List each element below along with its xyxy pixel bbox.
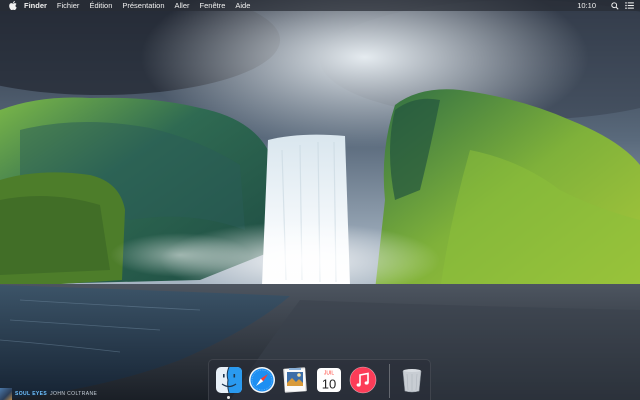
- now-playing-artist: JOHN COLTRANE: [50, 391, 98, 397]
- finder-icon: [216, 366, 242, 394]
- itunes-icon: [349, 366, 377, 394]
- running-indicator: [227, 396, 230, 399]
- dock-trash[interactable]: [398, 366, 426, 394]
- dock-preview[interactable]: [281, 366, 309, 394]
- menu-aide[interactable]: Aide: [235, 0, 250, 11]
- menu-bar: Finder Fichier Édition Présentation Alle…: [0, 0, 640, 11]
- desktop-wallpaper: [0, 0, 640, 400]
- now-playing-widget[interactable]: SOUL EYES JOHN COLTRANE: [0, 388, 97, 400]
- menu-aller[interactable]: Aller: [175, 0, 190, 11]
- notification-center-icon[interactable]: [625, 2, 634, 9]
- spotlight-search-icon[interactable]: [611, 1, 619, 10]
- menu-extras: 10:10: [577, 0, 634, 11]
- dock-safari[interactable]: [248, 366, 276, 394]
- menu-edition[interactable]: Édition: [89, 0, 112, 11]
- calendar-icon: JUIL 10: [317, 368, 341, 392]
- menu-fichier[interactable]: Fichier: [57, 0, 80, 11]
- calendar-day: 10: [322, 377, 336, 392]
- menu-clock[interactable]: 10:10: [577, 0, 596, 11]
- safari-icon: [249, 367, 275, 393]
- menu-app-name[interactable]: Finder: [24, 0, 47, 11]
- apple-menu-icon[interactable]: [8, 1, 18, 10]
- menu-fenetre[interactable]: Fenêtre: [200, 0, 226, 11]
- menu-presentation[interactable]: Présentation: [122, 0, 164, 11]
- dock-calendar[interactable]: JUIL 10: [315, 366, 343, 394]
- dock: JUIL 10: [208, 359, 431, 400]
- dock-divider: [389, 364, 390, 398]
- trash-icon: [402, 369, 422, 393]
- dock-finder[interactable]: [215, 366, 243, 394]
- preview-icon: [283, 367, 307, 393]
- album-art: [0, 388, 12, 400]
- dock-itunes[interactable]: [349, 366, 377, 394]
- now-playing-title: SOUL EYES: [15, 391, 48, 397]
